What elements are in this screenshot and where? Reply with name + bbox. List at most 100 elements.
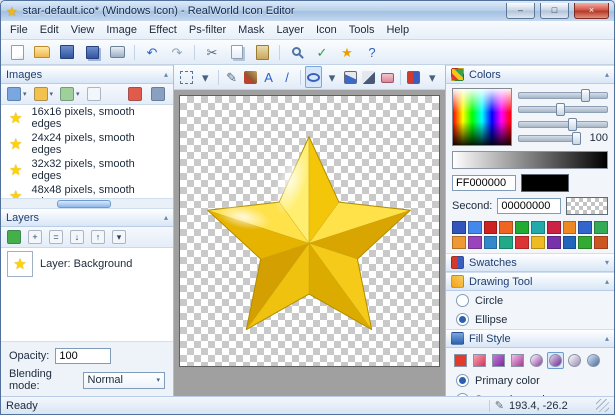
wizard-button[interactable]: ★ bbox=[335, 41, 359, 63]
fill-solid[interactable] bbox=[452, 352, 469, 369]
maximize-button[interactable]: □ bbox=[540, 3, 569, 19]
collapse-icon[interactable]: ▾ bbox=[605, 258, 609, 267]
scrollbar-thumb[interactable] bbox=[57, 200, 111, 208]
canvas-tool-button[interactable] bbox=[215, 66, 222, 88]
toolbar-button[interactable] bbox=[275, 41, 284, 63]
copy-button[interactable] bbox=[225, 41, 249, 63]
image-size-item[interactable]: ★ 24x24 pixels, smooth edges bbox=[1, 131, 173, 157]
effects-button[interactable] bbox=[405, 66, 422, 88]
select-dropdown[interactable]: ▾ bbox=[196, 66, 213, 88]
slider-thumb[interactable] bbox=[556, 103, 565, 116]
color-picker-box[interactable] bbox=[452, 88, 512, 146]
images-toolbar-button[interactable] bbox=[85, 86, 123, 102]
color-swatch[interactable] bbox=[547, 236, 561, 249]
color-swatch[interactable] bbox=[578, 221, 592, 234]
grid-button[interactable] bbox=[149, 86, 169, 102]
color-swatch[interactable] bbox=[499, 236, 513, 249]
titlebar[interactable]: ★ star-default.ico* (Windows Icon) - Rea… bbox=[1, 1, 614, 21]
canvas-tool-button[interactable] bbox=[397, 66, 404, 88]
blue-slider[interactable] bbox=[518, 121, 608, 128]
undo-button[interactable]: ↶ bbox=[140, 41, 164, 63]
menu-item[interactable]: Mask bbox=[232, 22, 270, 38]
save-all-button[interactable] bbox=[80, 41, 104, 63]
ellipse-tool[interactable] bbox=[305, 66, 322, 88]
second-color-swatch[interactable] bbox=[566, 197, 608, 215]
slider-thumb[interactable] bbox=[572, 132, 581, 145]
ellipse-option[interactable]: Ellipse bbox=[446, 310, 614, 329]
image-size-item[interactable]: ★ 16x16 pixels, smooth edges bbox=[1, 105, 173, 131]
pencil-tool[interactable]: ✎ bbox=[223, 66, 240, 88]
raise-layer-button[interactable]: ↑ bbox=[89, 229, 107, 245]
fill-style-panel-header[interactable]: Fill Style ▴ bbox=[446, 329, 614, 348]
menu-item[interactable]: Ps-filter bbox=[183, 22, 232, 38]
opacity-input[interactable] bbox=[55, 348, 111, 364]
help-button[interactable]: ? bbox=[360, 41, 384, 63]
drawing-tool-panel-header[interactable]: Drawing Tool ▴ bbox=[446, 272, 614, 291]
fill-gradient-2[interactable] bbox=[490, 352, 507, 369]
new-button[interactable] bbox=[5, 41, 29, 63]
zoom-button[interactable] bbox=[285, 41, 309, 63]
add-layer-button[interactable]: + bbox=[26, 229, 44, 245]
layers-panel-header[interactable]: Layers ▴ bbox=[1, 208, 173, 227]
layer-visibility-button[interactable] bbox=[5, 229, 23, 245]
red-slider[interactable] bbox=[518, 92, 608, 99]
ellipse-dropdown[interactable]: ▾ bbox=[323, 66, 340, 88]
layer-item-background[interactable]: ★ Layer: Background bbox=[1, 248, 173, 280]
line-tool[interactable]: / bbox=[278, 66, 295, 88]
circle-option[interactable]: Circle bbox=[446, 291, 614, 310]
color-swatch[interactable] bbox=[563, 236, 577, 249]
select-tool[interactable] bbox=[178, 66, 195, 88]
color-swatch[interactable] bbox=[531, 236, 545, 249]
menu-item[interactable]: View bbox=[65, 22, 101, 38]
brush-tool[interactable] bbox=[241, 66, 258, 88]
view-dropdown[interactable]: ▾ bbox=[5, 86, 29, 102]
menu-item[interactable]: Effect bbox=[143, 22, 183, 38]
eraser-tool[interactable] bbox=[379, 66, 396, 88]
color-swatch[interactable] bbox=[484, 221, 498, 234]
second-hex-input[interactable] bbox=[497, 198, 561, 214]
slider-thumb[interactable] bbox=[568, 118, 577, 131]
color-swatch[interactable] bbox=[563, 221, 577, 234]
collapse-icon[interactable]: ▴ bbox=[164, 213, 168, 222]
luminance-bar[interactable] bbox=[452, 151, 608, 169]
layer-menu-button[interactable]: ▾ bbox=[110, 229, 128, 245]
color-swatch[interactable] bbox=[484, 236, 498, 249]
menu-item[interactable]: Edit bbox=[34, 22, 65, 38]
close-button[interactable]: × bbox=[574, 3, 609, 19]
canvas-tool-button[interactable] bbox=[297, 66, 304, 88]
toolbar-button[interactable] bbox=[130, 41, 139, 63]
primary-hex-input[interactable] bbox=[452, 175, 516, 191]
fill-gradient-3[interactable] bbox=[509, 352, 526, 369]
fill-radial[interactable] bbox=[528, 352, 545, 369]
fill-circle-2[interactable] bbox=[585, 352, 602, 369]
dropper-tool[interactable] bbox=[360, 66, 377, 88]
menu-item[interactable]: Layer bbox=[270, 22, 310, 38]
color-swatch[interactable] bbox=[594, 221, 608, 234]
images-scrollbar[interactable] bbox=[1, 198, 173, 208]
color-swatch[interactable] bbox=[452, 221, 466, 234]
toolbar-button[interactable] bbox=[190, 41, 199, 63]
menu-item[interactable]: Tools bbox=[343, 22, 381, 38]
effects-dropdown[interactable]: ▾ bbox=[424, 66, 441, 88]
blending-mode-select[interactable]: Normal ▾ bbox=[83, 372, 165, 389]
color-swatch[interactable] bbox=[499, 221, 513, 234]
color-swatch[interactable] bbox=[452, 236, 466, 249]
color-swatch[interactable] bbox=[547, 221, 561, 234]
redo-button[interactable]: ↷ bbox=[165, 41, 189, 63]
collapse-icon[interactable]: ▴ bbox=[605, 70, 609, 79]
add-image-button[interactable] bbox=[126, 86, 146, 102]
swatches-panel-header[interactable]: Swatches ▾ bbox=[446, 253, 614, 272]
fill-gradient-1[interactable] bbox=[471, 352, 488, 369]
minimize-button[interactable]: – bbox=[506, 3, 535, 19]
menu-item[interactable]: Icon bbox=[310, 22, 343, 38]
menu-item[interactable]: Help bbox=[380, 22, 415, 38]
image-size-item[interactable]: ★ 32x32 pixels, smooth edges bbox=[1, 157, 173, 183]
fill-circle-outline[interactable] bbox=[566, 352, 583, 369]
open-button[interactable] bbox=[30, 41, 54, 63]
menu-item[interactable]: File bbox=[4, 22, 34, 38]
color-swatch[interactable] bbox=[594, 236, 608, 249]
primary-color-option[interactable]: Primary color bbox=[446, 371, 614, 390]
duplicate-layer-button[interactable]: = bbox=[47, 229, 65, 245]
color-swatch[interactable] bbox=[578, 236, 592, 249]
capture-button[interactable] bbox=[105, 41, 129, 63]
